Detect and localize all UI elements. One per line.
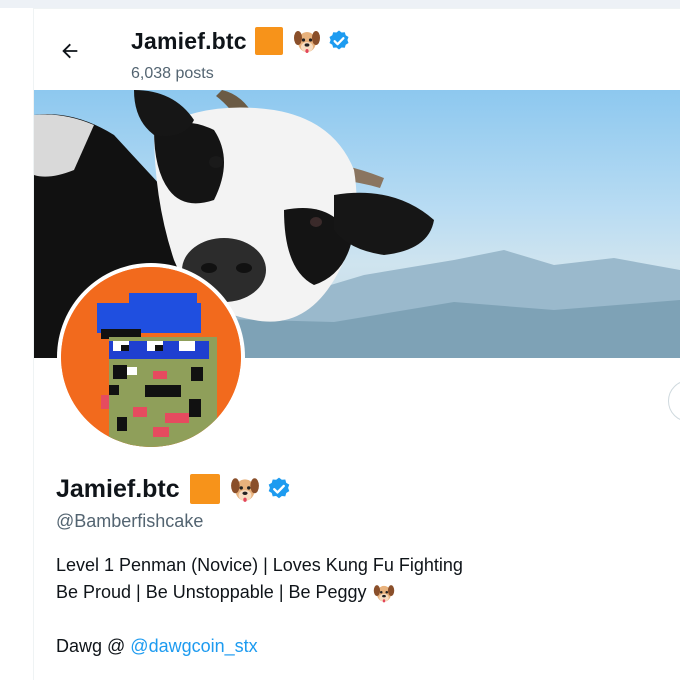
bio-line-3-prefix: Dawg @: [56, 636, 126, 656]
bio-line-2: Be Proud | Be Unstoppable | Be Peggy: [56, 582, 367, 602]
bio-line: Dawg @ @dawgcoin_stx: [56, 633, 463, 660]
arrow-left-icon: [62, 43, 78, 59]
profile-handle: @Bamberfishcake: [56, 511, 204, 531]
posts-count: 6,038 posts: [131, 65, 214, 82]
verified-badge-icon: [327, 29, 351, 53]
profile-header: Jamief.btc 6,038 posts: [34, 8, 680, 91]
dog-face-icon: [293, 27, 321, 55]
dog-face-icon: [230, 474, 260, 504]
bio-line-1: Level 1 Penman (Novice) | Loves Kung Fu …: [56, 555, 463, 575]
orange-square-icon: [189, 474, 220, 504]
verified-badge-icon[interactable]: [266, 476, 292, 502]
browser-top-strip: [0, 0, 680, 8]
orange-square-icon: [254, 27, 283, 55]
back-button[interactable]: [52, 33, 88, 69]
bio-line: Be Proud | Be Unstoppable | Be Peggy: [56, 579, 463, 606]
avatar-image: [61, 267, 241, 447]
profile-display-name: Jamief.btc: [56, 474, 180, 503]
profile-avatar[interactable]: [57, 263, 245, 451]
pixel-art-avatar: [61, 267, 241, 447]
bio-line: Level 1 Penman (Novice) | Loves Kung Fu …: [56, 552, 463, 579]
header-name-row: Jamief.btc: [131, 27, 351, 55]
bio-spacer: [56, 606, 463, 633]
profile-name-row: Jamief.btc: [56, 474, 292, 504]
dog-face-icon: [373, 582, 395, 604]
more-options-button[interactable]: [668, 380, 680, 422]
header-display-name: Jamief.btc: [131, 27, 247, 54]
dawgcoin-mention-link[interactable]: @dawgcoin_stx: [130, 633, 257, 660]
profile-bio: Level 1 Penman (Novice) | Loves Kung Fu …: [56, 552, 463, 660]
